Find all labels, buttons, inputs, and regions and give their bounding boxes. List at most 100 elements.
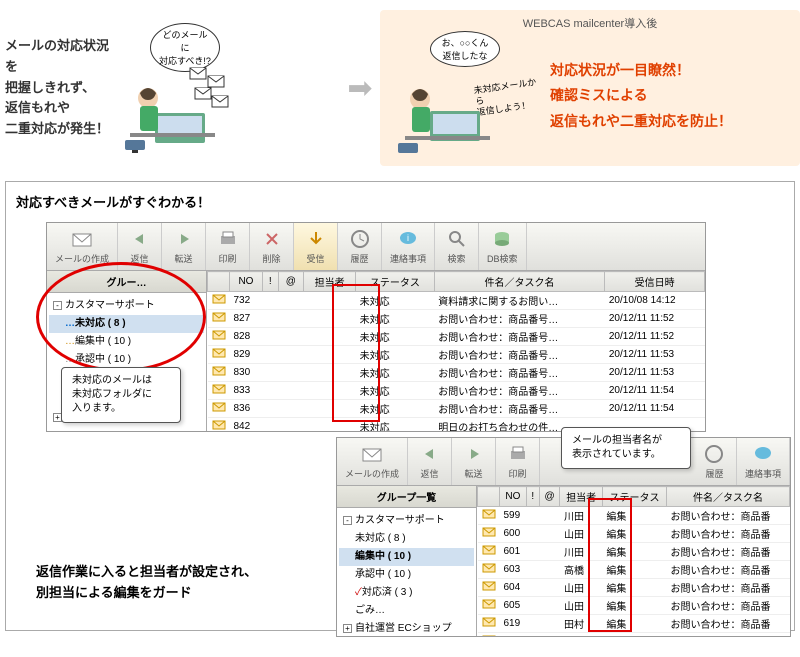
envelope-icon: [212, 348, 226, 358]
reply-icon: [419, 443, 441, 465]
mail-list-panel: NO ! @ 担当者 ステータス 件名／タスク名 受信日時 732未対応資料請求…: [207, 271, 705, 431]
tree-item-done[interactable]: ✓対応済 ( 3 ): [339, 584, 474, 602]
top-illustration-section: メールの対応状況を 把握しきれず、 返信もれや 二重対応が発生！ どのメールに …: [0, 0, 800, 176]
envelope-icon: [482, 599, 496, 609]
toolbar-history[interactable]: 履歴: [338, 223, 382, 270]
person-at-desk-icon: [120, 58, 230, 153]
tree-root[interactable]: -カスタマーサポート: [49, 297, 204, 315]
envelope-icon: [212, 420, 226, 430]
envelope-icon: [212, 294, 226, 304]
table-row[interactable]: 605山田編集お問い合わせ：商品番: [478, 597, 790, 615]
folder-tree: -カスタマーサポート 未対応 ( 8 ) 編集中 ( 10 ) 承認中 ( 10…: [337, 508, 476, 636]
toolbar-contact[interactable]: i連絡事項: [382, 223, 435, 270]
history-icon: [349, 228, 371, 250]
svg-text:i: i: [407, 233, 409, 243]
tree-extra[interactable]: +自社運営 ECショップ: [339, 620, 474, 636]
delete-icon: [261, 228, 283, 250]
envelope-icon: [482, 617, 496, 627]
envelope-icon: [482, 581, 496, 591]
print-icon: [507, 443, 529, 465]
toolbar-dbsearch[interactable]: DB検索: [479, 223, 527, 270]
table-header-row: NO ! @ 担当者 ステータス 件名／タスク名 受信日時: [208, 272, 705, 292]
mail-table: NO ! @ 担当者 ステータス 件名／タスク名 受信日時 732未対応資料請求…: [207, 271, 705, 431]
search-icon: [446, 228, 468, 250]
tree-header: グループ一覧: [337, 486, 476, 508]
toolbar-compose[interactable]: メールの作成: [337, 438, 408, 485]
table-row[interactable]: 828未対応お問い合わせ：商品番号…20/12/11 11:52: [208, 328, 705, 346]
toolbar-reply[interactable]: 返信: [118, 223, 162, 270]
envelope-icon: [212, 384, 226, 394]
table-row[interactable]: 830未対応お問い合わせ：商品番号…20/12/11 11:53: [208, 364, 705, 382]
bottom-caption: 返信作業に入ると担当者が設定され、 別担当による編集をガード: [36, 562, 257, 604]
table-row[interactable]: 684田村編集【商品番号：2352 】商: [478, 633, 790, 637]
after-header: WEBCAS mailcenter導入後: [390, 15, 790, 31]
toolbar-search[interactable]: 検索: [435, 223, 479, 270]
toolbar-history[interactable]: 履歴: [693, 438, 737, 485]
speech-icon: [752, 443, 774, 465]
envelope-icon: [482, 509, 496, 519]
before-illustration: どのメールに 対応すべき!?: [120, 23, 240, 153]
envelope-icon: [482, 527, 496, 537]
arrow-icon: ➡: [340, 71, 380, 106]
forward-icon: [463, 443, 485, 465]
toolbar-print[interactable]: 印刷: [206, 223, 250, 270]
tree-item-unhandled[interactable]: 未対応 ( 8 ): [339, 530, 474, 548]
toolbar-delete[interactable]: 削除: [250, 223, 294, 270]
tree-item-trash[interactable]: ごみ…: [339, 602, 474, 620]
receive-icon: [305, 228, 327, 250]
table-row[interactable]: 599川田編集お問い合わせ：商品番: [478, 507, 790, 525]
print-icon: [217, 228, 239, 250]
table-header-row: NO ! @ 担当者 ステータス 件名／タスク名: [478, 487, 790, 507]
envelope-icon: [212, 312, 226, 322]
table-row[interactable]: 603高橋編集お問い合わせ：商品番: [478, 561, 790, 579]
before-text: メールの対応状況を 把握しきれず、 返信もれや 二重対応が発生！: [0, 36, 120, 140]
envelope-icon: [212, 330, 226, 340]
tree-item-editing[interactable]: 編集中 ( 10 ): [339, 548, 474, 566]
compose-icon: [71, 228, 93, 250]
mail-table: NO ! @ 担当者 ステータス 件名／タスク名 599川田編集お問い合わせ：商…: [477, 486, 790, 636]
compose-icon: [361, 443, 383, 465]
table-row[interactable]: 601川田編集お問い合わせ：商品番: [478, 543, 790, 561]
main-panel: 対応すべきメールがすぐわかる！ メールの作成 返信 転送 印刷 削除 受信 履歴…: [5, 181, 795, 631]
table-row[interactable]: 833未対応お問い合わせ：商品番号…20/12/11 11:54: [208, 382, 705, 400]
forward-icon: [173, 228, 195, 250]
table-row[interactable]: 604山田編集お問い合わせ：商品番: [478, 579, 790, 597]
toolbar-receive[interactable]: 受信: [294, 223, 338, 270]
envelope-icon: [482, 545, 496, 555]
table-row[interactable]: 600山田編集お問い合わせ：商品番: [478, 525, 790, 543]
table-row[interactable]: 827未対応お問い合わせ：商品番号…20/12/11 11:52: [208, 310, 705, 328]
person-at-desk-icon: [390, 61, 500, 156]
table-row[interactable]: 732未対応資料請求に関するお問い…20/10/08 14:12: [208, 292, 705, 310]
speech-icon: i: [397, 228, 419, 250]
callout-assignee: メールの担当者名が 表示されています。: [561, 427, 691, 469]
toolbar-forward[interactable]: 転送: [452, 438, 496, 485]
callout-folder: 未対応のメールは 未対応フォルダに 入ります。: [61, 367, 181, 423]
toolbar-print[interactable]: 印刷: [496, 438, 540, 485]
history-icon: [703, 443, 725, 465]
tree-header: グルー…: [47, 271, 206, 293]
envelope-icon: [212, 366, 226, 376]
toolbar-reply[interactable]: 返信: [408, 438, 452, 485]
toolbar-forward[interactable]: 転送: [162, 223, 206, 270]
toolbar: メールの作成 返信 転送 印刷 削除 受信 履歴 i連絡事項 検索 DB検索: [47, 223, 705, 271]
after-illustration: お、○○くん 返信したな 未対応メールから 返信しよう！: [390, 36, 540, 156]
table-row[interactable]: 829未対応お問い合わせ：商品番号…20/12/11 11:53: [208, 346, 705, 364]
toolbar-compose[interactable]: メールの作成: [47, 223, 118, 270]
table-row[interactable]: 836未対応お問い合わせ：商品番号…20/12/11 11:54: [208, 400, 705, 418]
db-search-icon: [491, 228, 513, 250]
table-row[interactable]: 619田村編集お問い合わせ：商品番: [478, 615, 790, 633]
after-text: 対応状況が一目瞭然！ 確認ミスによる 返信もれや二重対応を防止！: [540, 58, 790, 134]
panel-title: 対応すべきメールがすぐわかる！: [16, 192, 784, 211]
tree-item-unhandled[interactable]: …未対応 ( 8 ): [49, 315, 204, 333]
envelope-icon: [212, 402, 226, 412]
folder-tree-panel: グループ一覧 -カスタマーサポート 未対応 ( 8 ) 編集中 ( 10 ) 承…: [337, 486, 477, 636]
toolbar-contact[interactable]: 連絡事項: [737, 438, 790, 485]
envelope-icon: [482, 635, 496, 636]
tree-root[interactable]: -カスタマーサポート: [339, 512, 474, 530]
envelope-icon: [482, 563, 496, 573]
after-box: WEBCAS mailcenter導入後 お、○○くん 返信したな 未対応メール…: [380, 10, 800, 166]
before-box: メールの対応状況を 把握しきれず、 返信もれや 二重対応が発生！ どのメールに …: [0, 23, 340, 153]
tree-item-editing[interactable]: …編集中 ( 10 ): [49, 333, 204, 351]
tree-item-approving[interactable]: 承認中 ( 10 ): [339, 566, 474, 584]
mail-list-panel: NO ! @ 担当者 ステータス 件名／タスク名 599川田編集お問い合わせ：商…: [477, 486, 790, 636]
